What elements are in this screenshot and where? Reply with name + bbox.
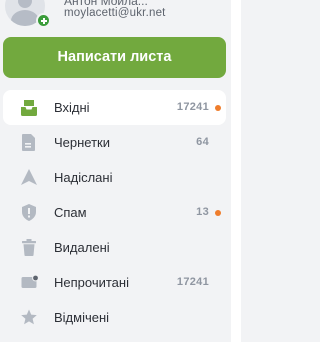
folder-label: Спам bbox=[54, 205, 87, 220]
folder-count: 64 bbox=[196, 136, 209, 148]
folder-inbox[interactable]: Вхідні 17241 bbox=[3, 90, 226, 125]
document-icon bbox=[22, 134, 35, 151]
unread-dot bbox=[215, 105, 221, 111]
send-icon bbox=[21, 169, 37, 185]
folder-sent[interactable]: Надіслані bbox=[3, 160, 226, 195]
folder-spam[interactable]: Спам 13 bbox=[3, 195, 226, 230]
folder-drafts[interactable]: Чернетки 64 bbox=[3, 125, 226, 160]
folder-label: Видалені bbox=[54, 240, 110, 255]
folder-count: 17241 bbox=[176, 101, 209, 113]
avatar-body bbox=[11, 10, 39, 26]
folder-label: Надіслані bbox=[54, 170, 113, 185]
content-panel-edge bbox=[231, 0, 241, 342]
folder-label: Відмічені bbox=[54, 310, 110, 325]
star-icon bbox=[21, 309, 37, 325]
folder-count: 17241 bbox=[176, 276, 209, 288]
folder-starred[interactable]: Відмічені bbox=[3, 300, 226, 335]
unread-mail-icon bbox=[21, 274, 38, 288]
folder-count: 13 bbox=[196, 206, 209, 218]
trash-icon bbox=[22, 239, 36, 256]
unread-dot bbox=[215, 210, 221, 216]
folder-deleted[interactable]: Видалені bbox=[3, 230, 226, 265]
folder-label: Непрочитані bbox=[54, 275, 129, 290]
avatar-head bbox=[18, 0, 32, 8]
inbox-icon bbox=[21, 100, 37, 116]
add-account-icon[interactable] bbox=[36, 13, 51, 28]
compose-button[interactable]: Написати листа bbox=[3, 37, 226, 78]
account-email: moylacetti@ukr.net bbox=[64, 7, 166, 19]
folder-label: Вхідні bbox=[54, 100, 90, 115]
folder-unread[interactable]: Непрочитані 17241 bbox=[3, 265, 226, 300]
folder-list: Вхідні 17241 Чернетки 64 Надіслані Спам … bbox=[3, 90, 226, 335]
spam-shield-icon bbox=[22, 204, 36, 221]
folder-label: Чернетки bbox=[54, 135, 111, 150]
account-header[interactable]: Антон Мойла... moylacetti@ukr.net bbox=[0, 0, 241, 30]
